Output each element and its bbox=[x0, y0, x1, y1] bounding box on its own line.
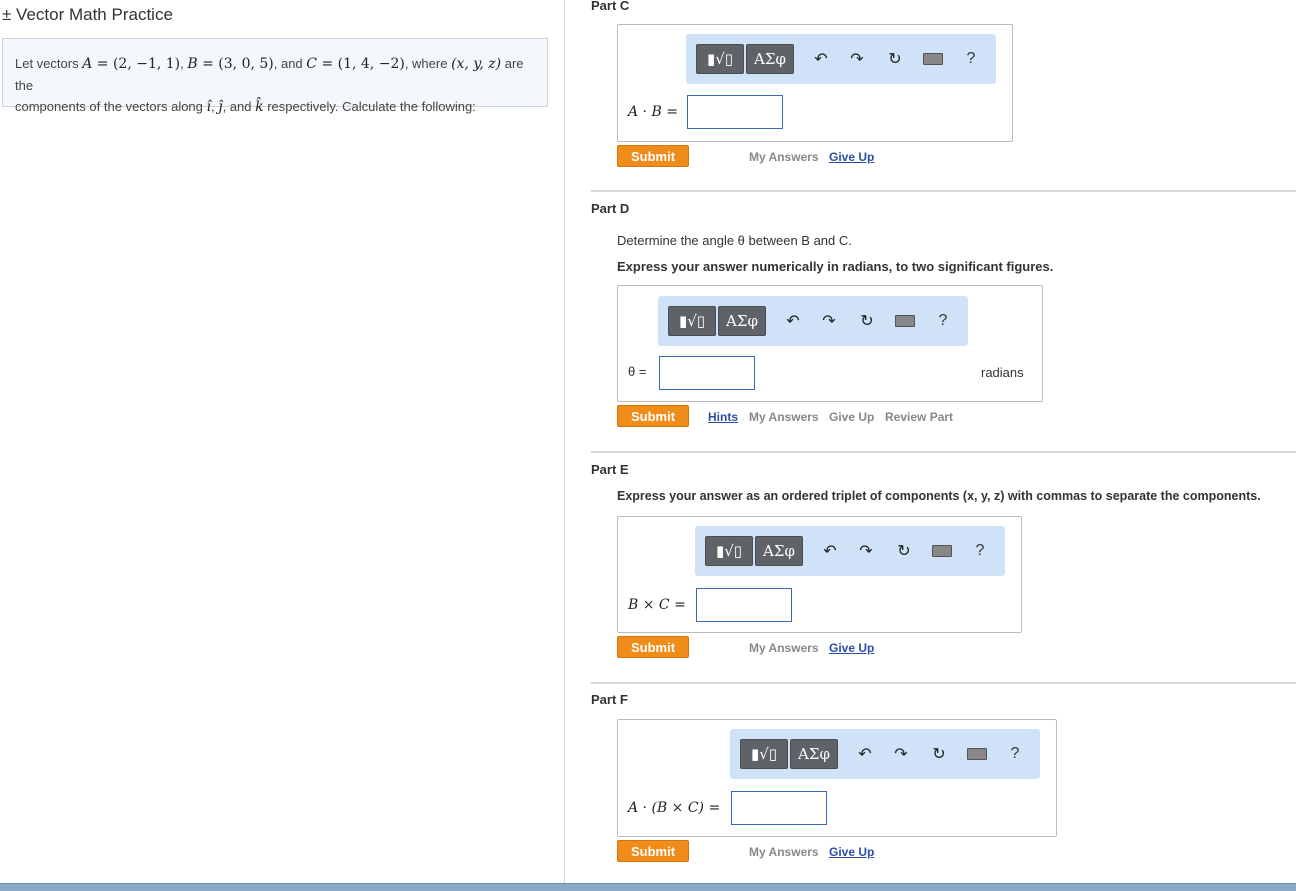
part-d-give-up-link[interactable]: Give Up bbox=[829, 410, 874, 424]
part-c-label: A · B = bbox=[628, 104, 678, 120]
reset-icon[interactable]: ↻ bbox=[856, 310, 878, 332]
keyboard-icon[interactable] bbox=[922, 48, 944, 70]
keyboard-icon[interactable] bbox=[931, 540, 953, 562]
redo-icon[interactable]: ↷ bbox=[855, 540, 877, 562]
keyboard-icon[interactable] bbox=[966, 743, 988, 765]
page-title[interactable]: ± Vector Math Practice bbox=[2, 5, 173, 25]
redo-icon[interactable]: ↷ bbox=[890, 743, 912, 765]
greek-symbols-button[interactable]: ΑΣφ bbox=[755, 536, 803, 566]
part-d-review-part-link[interactable]: Review Part bbox=[885, 410, 953, 424]
part-f-give-up-link[interactable]: Give Up bbox=[829, 845, 874, 859]
part-d-hints-link[interactable]: Hints bbox=[708, 410, 738, 424]
problem-line-2: components of the vectors along î, ĵ, an… bbox=[15, 99, 476, 115]
undo-icon[interactable]: ↶ bbox=[782, 310, 804, 332]
part-c-my-answers-link[interactable]: My Answers bbox=[749, 150, 819, 164]
part-d-prompt: Determine the angle θ between B and C. bbox=[617, 233, 852, 248]
greek-symbols-button[interactable]: ΑΣφ bbox=[718, 306, 766, 336]
part-d-title[interactable]: Part D bbox=[591, 201, 629, 216]
part-e-submit-button[interactable]: Submit bbox=[617, 636, 689, 658]
divider bbox=[591, 190, 1296, 192]
part-d-answer-box: ▮√▯ ΑΣφ ↶ ↷ ↻ ? θ = radians bbox=[617, 285, 1043, 402]
undo-icon[interactable]: ↶ bbox=[810, 48, 832, 70]
part-f-submit-button[interactable]: Submit bbox=[617, 840, 689, 862]
templates-button[interactable]: ▮√▯ bbox=[740, 739, 788, 769]
templates-button[interactable]: ▮√▯ bbox=[696, 44, 744, 74]
part-d-unit: radians bbox=[981, 365, 1024, 380]
greek-symbols-button[interactable]: ΑΣφ bbox=[746, 44, 794, 74]
keyboard-icon[interactable] bbox=[894, 310, 916, 332]
redo-icon[interactable]: ↷ bbox=[846, 48, 868, 70]
problem-pane: ± Vector Math Practice Let vectors A = (… bbox=[0, 0, 565, 883]
reset-icon[interactable]: ↻ bbox=[928, 743, 950, 765]
part-c-answer-box: ▮√▯ ΑΣφ ↶ ↷ ↻ ? A · B = bbox=[617, 24, 1013, 142]
part-e-title[interactable]: Part E bbox=[591, 462, 629, 477]
part-c-title[interactable]: Part C bbox=[591, 0, 629, 13]
undo-icon[interactable]: ↶ bbox=[819, 540, 841, 562]
math-toolbar: ▮√▯ ΑΣφ ↶ ↷ ↻ ? bbox=[686, 34, 996, 84]
part-d-submit-button[interactable]: Submit bbox=[617, 405, 689, 427]
redo-icon[interactable]: ↷ bbox=[818, 310, 840, 332]
part-e-give-up-link[interactable]: Give Up bbox=[829, 641, 874, 655]
part-d-answer-input[interactable] bbox=[659, 356, 755, 390]
part-f-label: A · (B × C) = bbox=[628, 800, 721, 816]
part-c-give-up-link[interactable]: Give Up bbox=[829, 150, 874, 164]
part-c-answer-input[interactable] bbox=[687, 95, 783, 129]
part-e-answer-input[interactable] bbox=[696, 588, 792, 622]
help-icon[interactable]: ? bbox=[969, 540, 991, 562]
parts-pane: Part C ▮√▯ ΑΣφ ↶ ↷ ↻ ? A · B = Submit My… bbox=[566, 0, 1296, 883]
undo-icon[interactable]: ↶ bbox=[854, 743, 876, 765]
problem-statement: Let vectors A = (2, −1, 1), B = (3, 0, 5… bbox=[2, 38, 548, 115]
problem-line-1: Let vectors A = (2, −1, 1), B = (3, 0, 5… bbox=[15, 56, 524, 93]
divider bbox=[591, 682, 1296, 684]
math-toolbar: ▮√▯ ΑΣφ ↶ ↷ ↻ ? bbox=[695, 526, 1005, 576]
templates-button[interactable]: ▮√▯ bbox=[668, 306, 716, 336]
part-d-my-answers-link[interactable]: My Answers bbox=[749, 410, 819, 424]
part-f-answer-input[interactable] bbox=[731, 791, 827, 825]
greek-symbols-button[interactable]: ΑΣφ bbox=[790, 739, 838, 769]
reset-icon[interactable]: ↻ bbox=[884, 48, 906, 70]
part-e-label: B × C = bbox=[628, 597, 686, 613]
math-toolbar: ▮√▯ ΑΣφ ↶ ↷ ↻ ? bbox=[730, 729, 1040, 779]
part-e-my-answers-link[interactable]: My Answers bbox=[749, 641, 819, 655]
part-e-answer-box: ▮√▯ ΑΣφ ↶ ↷ ↻ ? B × C = bbox=[617, 516, 1022, 633]
part-f-title[interactable]: Part F bbox=[591, 692, 628, 707]
templates-button[interactable]: ▮√▯ bbox=[705, 536, 753, 566]
part-f-my-answers-link[interactable]: My Answers bbox=[749, 845, 819, 859]
divider bbox=[591, 451, 1296, 453]
part-d-instruction: Express your answer numerically in radia… bbox=[617, 259, 1054, 274]
part-e-instruction: Express your answer as an ordered triple… bbox=[617, 489, 1261, 503]
part-f-answer-box: ▮√▯ ΑΣφ ↶ ↷ ↻ ? A · (B × C) = bbox=[617, 719, 1057, 837]
part-d-label: θ = bbox=[628, 364, 647, 379]
help-icon[interactable]: ? bbox=[1004, 743, 1026, 765]
reset-icon[interactable]: ↻ bbox=[893, 540, 915, 562]
help-icon[interactable]: ? bbox=[960, 48, 982, 70]
math-toolbar: ▮√▯ ΑΣφ ↶ ↷ ↻ ? bbox=[658, 296, 968, 346]
help-icon[interactable]: ? bbox=[932, 310, 954, 332]
part-c-submit-button[interactable]: Submit bbox=[617, 145, 689, 167]
